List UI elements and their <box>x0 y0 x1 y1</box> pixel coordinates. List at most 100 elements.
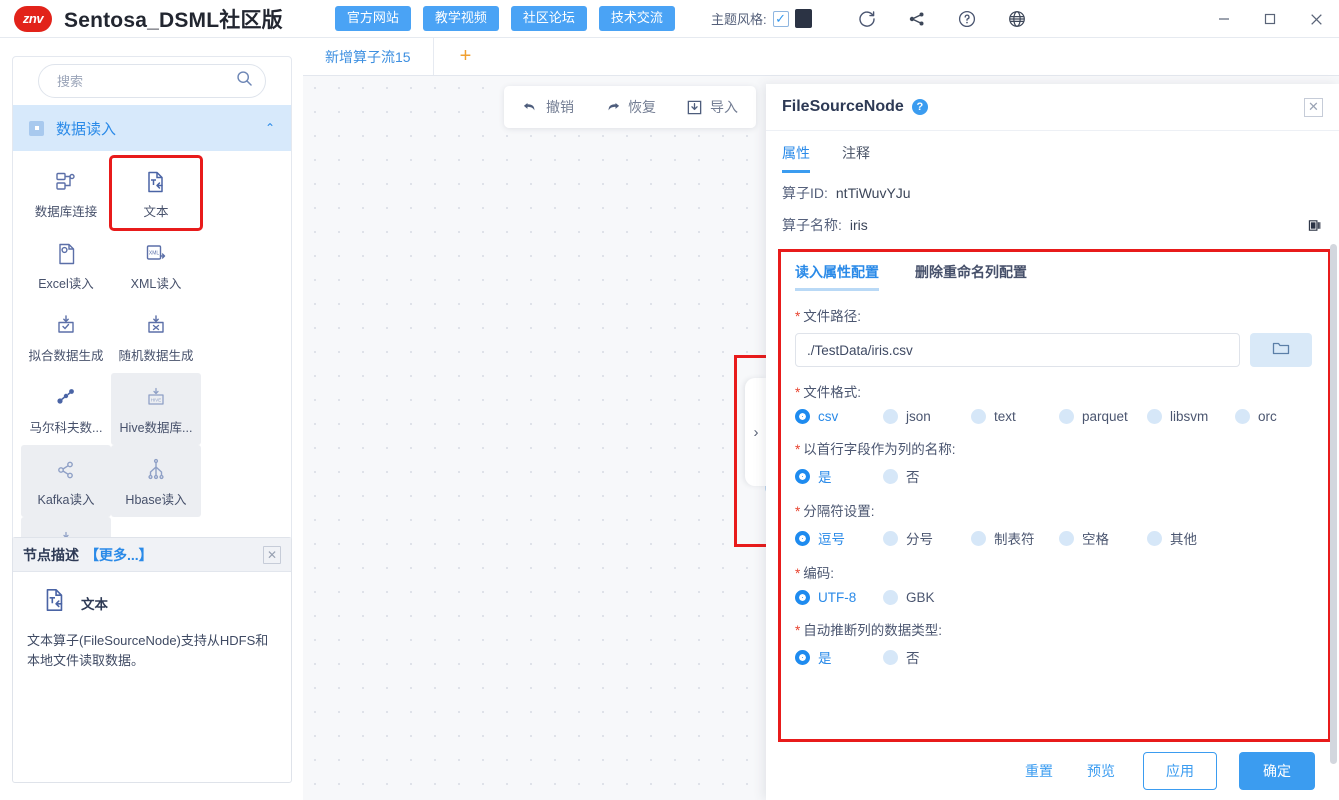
radio-infer-yes[interactable]: 是 <box>795 647 883 667</box>
first-row-header-label: * 以首行字段作为列的名称: <box>795 438 1312 458</box>
radio-first-row-yes[interactable]: 是 <box>795 466 883 486</box>
tab-annotation[interactable]: 注释 <box>842 143 870 173</box>
radio-file-format-libsvm[interactable]: libsvm <box>1147 409 1235 424</box>
operator-kafka-read[interactable]: Kafka读入 <box>21 445 111 517</box>
operator-sidebar: 数据读入 ⌃ 数据库连接 <box>12 56 292 556</box>
file-path-label: * 文件路径: <box>795 305 1312 325</box>
globe-icon[interactable] <box>1006 8 1028 30</box>
svg-text:XML: XML <box>149 250 160 256</box>
operator-hbase-read[interactable]: Hbase读入 <box>111 445 201 517</box>
radio-dot <box>971 530 986 546</box>
add-tab-button[interactable]: + <box>434 38 498 75</box>
infer-schema-radio-group: 是 否 <box>795 647 1312 667</box>
nav-button-tech-exchange[interactable]: 技术交流 <box>598 6 675 31</box>
operator-excel-read[interactable]: Excel读入 <box>21 229 111 301</box>
nav-button-official-site[interactable]: 官方网站 <box>334 6 411 31</box>
help-icon[interactable] <box>956 8 978 30</box>
group-square-icon <box>29 120 44 136</box>
radio-first-row-no[interactable]: 否 <box>883 466 920 486</box>
theme-color-swatch[interactable] <box>794 9 812 28</box>
maximize-button[interactable] <box>1247 0 1293 38</box>
chevron-up-icon[interactable]: ⌃ <box>265 121 275 135</box>
preview-button[interactable]: 预览 <box>1081 757 1121 785</box>
radio-dot <box>883 409 898 424</box>
required-marker: * <box>795 442 801 457</box>
radio-file-format-text[interactable]: text <box>971 409 1059 424</box>
radio-separator-tab[interactable]: 制表符 <box>971 528 1059 548</box>
toolbar-import-label: 导入 <box>710 99 738 115</box>
operator-random-data-gen[interactable]: 随机数据生成 <box>111 301 201 373</box>
header-nav-buttons: 官方网站 教学视频 社区论坛 技术交流 <box>334 6 675 31</box>
radio-separator-space[interactable]: 空格 <box>1059 528 1147 548</box>
radio-file-format-orc[interactable]: orc <box>1235 409 1277 424</box>
operator-label: 随机数据生成 <box>118 348 194 363</box>
toolbar-redo[interactable]: 恢复 <box>604 97 656 117</box>
copy-icon[interactable] <box>1308 218 1323 233</box>
radio-label: parquet <box>1082 409 1128 424</box>
radio-encoding-gbk[interactable]: GBK <box>883 590 935 605</box>
config-scrollbar[interactable] <box>1330 244 1337 764</box>
operator-text[interactable]: 文本 <box>109 155 203 231</box>
flow-toolbar: 撤销 恢复 导入 <box>504 86 756 128</box>
config-tab-rename-columns[interactable]: 删除重命名列配置 <box>915 262 1027 291</box>
radio-dot <box>1059 409 1074 424</box>
theme-checkbox[interactable]: ✓ <box>772 10 789 27</box>
nav-button-community-forum[interactable]: 社区论坛 <box>510 6 587 31</box>
property-panel-title: FileSourceNode <box>782 98 904 115</box>
operator-markov-data[interactable]: 马尔科夫数... <box>21 373 111 445</box>
radio-label: csv <box>818 409 839 424</box>
operator-name-label: 算子名称: <box>782 217 842 233</box>
close-icon[interactable]: ✕ <box>263 545 281 564</box>
file-path-row <box>795 333 1312 367</box>
reset-button[interactable]: 重置 <box>1019 757 1059 785</box>
refresh-icon[interactable] <box>856 8 878 30</box>
toolbar-import[interactable]: 导入 <box>686 97 738 117</box>
hive-db-icon: HIVE <box>143 383 169 413</box>
minimize-button[interactable] <box>1201 0 1247 38</box>
search-icon[interactable] <box>235 69 254 93</box>
radio-file-format-parquet[interactable]: parquet <box>1059 409 1147 424</box>
sidebar-group-data-input[interactable]: 数据读入 ⌃ <box>13 105 291 151</box>
node-description-more-link[interactable]: 【更多...】 <box>85 545 153 565</box>
branch-icon[interactable] <box>906 8 928 30</box>
import-icon <box>686 99 703 116</box>
file-format-radio-group: csv json text parquet libsvm orc <box>795 409 1312 424</box>
operator-xml-read[interactable]: XML XML读入 <box>111 229 201 301</box>
config-tab-read-properties[interactable]: 读入属性配置 <box>795 262 879 291</box>
node-description-header: 节点描述 【更多...】 ✕ <box>13 538 291 572</box>
help-icon[interactable]: ? <box>911 99 928 115</box>
toolbar-undo[interactable]: 撤销 <box>522 97 574 117</box>
operator-database-link[interactable]: 数据库连接 <box>21 157 111 229</box>
hbase-icon <box>143 455 169 485</box>
radio-separator-semicolon[interactable]: 分号 <box>883 528 971 548</box>
app-title: Sentosa_DSML社区版 <box>64 8 283 32</box>
browse-file-button[interactable] <box>1250 333 1312 367</box>
search-row <box>13 57 291 105</box>
radio-dot <box>1059 530 1074 546</box>
operator-id-value: ntTiWuvYJu <box>835 185 911 201</box>
search-box[interactable] <box>38 64 266 98</box>
tab-properties[interactable]: 属性 <box>782 143 810 173</box>
radio-separator-other[interactable]: 其他 <box>1147 528 1197 548</box>
radio-dot <box>883 530 898 546</box>
flow-tab-0[interactable]: 新增算子流15 <box>303 38 434 75</box>
operator-name-value: iris <box>849 217 868 233</box>
radio-file-format-json[interactable]: json <box>883 409 971 424</box>
close-button[interactable] <box>1293 0 1339 38</box>
operator-fit-data-gen[interactable]: 拟合数据生成 <box>21 301 111 373</box>
panel-collapse-handle[interactable]: › <box>745 378 767 486</box>
radio-separator-comma[interactable]: 逗号 <box>795 528 883 548</box>
znv-logo: znv <box>14 5 52 32</box>
file-path-input[interactable] <box>795 333 1240 367</box>
radio-dot <box>883 468 898 484</box>
confirm-button[interactable]: 确定 <box>1239 752 1315 790</box>
radio-infer-no[interactable]: 否 <box>883 647 920 667</box>
radio-encoding-utf8[interactable]: UTF-8 <box>795 590 883 605</box>
search-input[interactable] <box>55 72 235 90</box>
nav-button-tutorial-video[interactable]: 教学视频 <box>422 6 499 31</box>
apply-button[interactable]: 应用 <box>1143 752 1217 790</box>
close-icon[interactable]: ✕ <box>1304 97 1323 117</box>
radio-label: 空格 <box>1082 532 1109 547</box>
operator-hive-db[interactable]: HIVE Hive数据库... <box>111 373 201 445</box>
radio-file-format-csv[interactable]: csv <box>795 409 883 424</box>
